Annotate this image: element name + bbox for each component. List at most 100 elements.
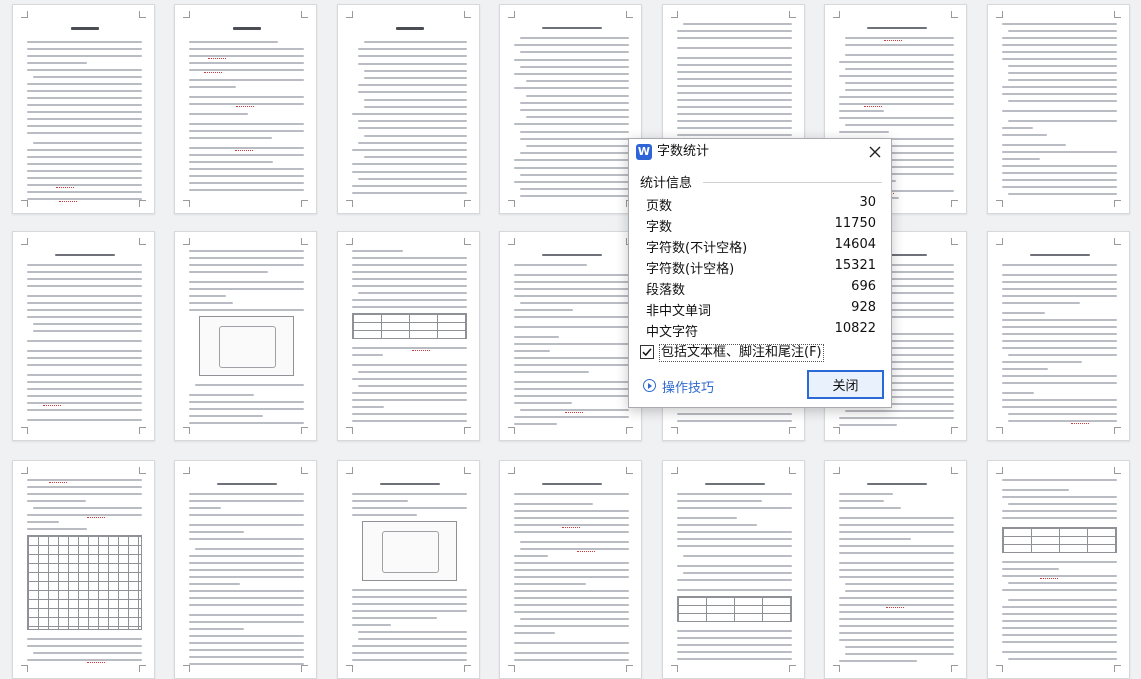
page-text-line (1002, 651, 1117, 653)
page-text-line (514, 326, 629, 328)
page-text-line (27, 191, 142, 193)
dialog-titlebar[interactable]: W 字数统计 (629, 139, 891, 165)
page-thumbnail[interactable] (174, 460, 317, 679)
page-text-line (189, 41, 278, 43)
page-text-line (189, 123, 304, 125)
page-thumbnail[interactable] (12, 4, 155, 214)
page-text-line (352, 364, 467, 366)
page-thumbnail[interactable] (337, 460, 480, 679)
page-text-line (514, 59, 629, 61)
page-thumbnail[interactable] (12, 231, 155, 441)
page-text-line (520, 37, 629, 39)
page-corner-mark (346, 11, 353, 18)
page-text-line (189, 576, 304, 578)
page-text-line (1002, 144, 1066, 146)
tips-link-label[interactable]: 操作技巧 (662, 377, 714, 396)
page-text-line (189, 649, 304, 651)
page-text-line (1002, 375, 1117, 377)
page-text-line (352, 285, 467, 287)
page-text-line (514, 652, 629, 654)
page-text-line (514, 295, 629, 297)
page-text-line (189, 531, 244, 533)
page-corner-mark (789, 427, 796, 434)
page-thumbnail[interactable] (499, 4, 642, 214)
page-text-line (514, 167, 629, 169)
page-text-line (189, 408, 304, 410)
spellcheck-underline (561, 525, 580, 528)
page-text-line (352, 617, 437, 619)
page-text-line (352, 507, 467, 509)
page-thumbnail[interactable] (824, 460, 967, 679)
page-corner-mark (301, 11, 308, 18)
page-text-line (352, 192, 467, 194)
page-text-line (189, 288, 304, 290)
page-text-line (514, 555, 548, 557)
page-text-line (352, 659, 467, 661)
page-text-line (27, 388, 142, 390)
page-text-line (358, 48, 467, 50)
section-divider (703, 182, 882, 183)
page-text-line (1008, 420, 1117, 422)
page-text-line (189, 96, 304, 98)
page-thumbnail[interactable] (174, 231, 317, 441)
stat-row-chars-with-spaces: 字符数(计空格) 15321 (646, 258, 876, 278)
include-textboxes-checkbox[interactable] (640, 345, 654, 359)
page-text-line (839, 552, 954, 554)
page-text-line (1002, 406, 1117, 408)
page-text-line (514, 181, 629, 183)
page-heading-line (232, 27, 261, 30)
page-text-line (1002, 295, 1117, 297)
page-text-line (677, 71, 792, 73)
page-text-line (514, 583, 586, 585)
page-corner-mark (789, 467, 796, 474)
page-text-line (677, 493, 792, 495)
page-text-line (520, 302, 629, 304)
page-text-line (1002, 634, 1117, 636)
page-text-line (845, 646, 954, 648)
spellcheck-underline (884, 38, 903, 41)
page-text-line (677, 99, 792, 101)
page-thumbnail[interactable] (174, 4, 317, 214)
page-text-line (839, 625, 954, 627)
page-corner-mark (951, 427, 958, 434)
page-text-line (352, 624, 391, 626)
page-text-line (189, 137, 272, 139)
page-text-line (27, 83, 142, 85)
page-thumbnail[interactable] (987, 231, 1130, 441)
page-thumbnail[interactable] (987, 460, 1130, 679)
page-thumbnail[interactable] (499, 460, 642, 679)
page-thumbnail[interactable] (987, 4, 1130, 214)
include-textboxes-label[interactable]: 包括文本框、脚注和尾注(F) (659, 344, 824, 362)
page-text-line (520, 152, 629, 154)
page-text-line (352, 257, 467, 259)
page-text-line (364, 41, 467, 43)
page-text-line (1002, 627, 1117, 629)
page-text-line (189, 168, 304, 170)
page-text-line (1008, 413, 1117, 415)
page-text-line (845, 68, 954, 70)
close-button[interactable]: 关闭 (807, 370, 884, 399)
page-heading-line (1029, 254, 1090, 256)
page-thumbnail[interactable] (337, 4, 480, 214)
page-text-line (1002, 479, 1117, 481)
page-text-line (189, 583, 240, 585)
page-thumbnail[interactable] (499, 231, 642, 441)
page-heading-line (54, 254, 115, 256)
page-text-line (839, 131, 889, 133)
page-thumbnail[interactable] (12, 460, 155, 679)
page-text-line (189, 250, 304, 252)
page-corner-mark (183, 238, 190, 245)
page-text-line (352, 493, 467, 495)
close-icon[interactable] (865, 142, 885, 162)
page-text-line (683, 555, 792, 557)
page-corner-mark (183, 11, 190, 18)
page-text-line (189, 113, 248, 115)
page-text-line (358, 638, 467, 640)
stat-value: 14604 (834, 237, 876, 252)
page-thumbnail[interactable] (337, 231, 480, 441)
page-corner-mark (346, 238, 353, 245)
page-thumbnail[interactable] (662, 460, 805, 679)
page-text-line (677, 127, 792, 129)
page-corner-mark (21, 665, 28, 672)
page-corner-mark (301, 467, 308, 474)
